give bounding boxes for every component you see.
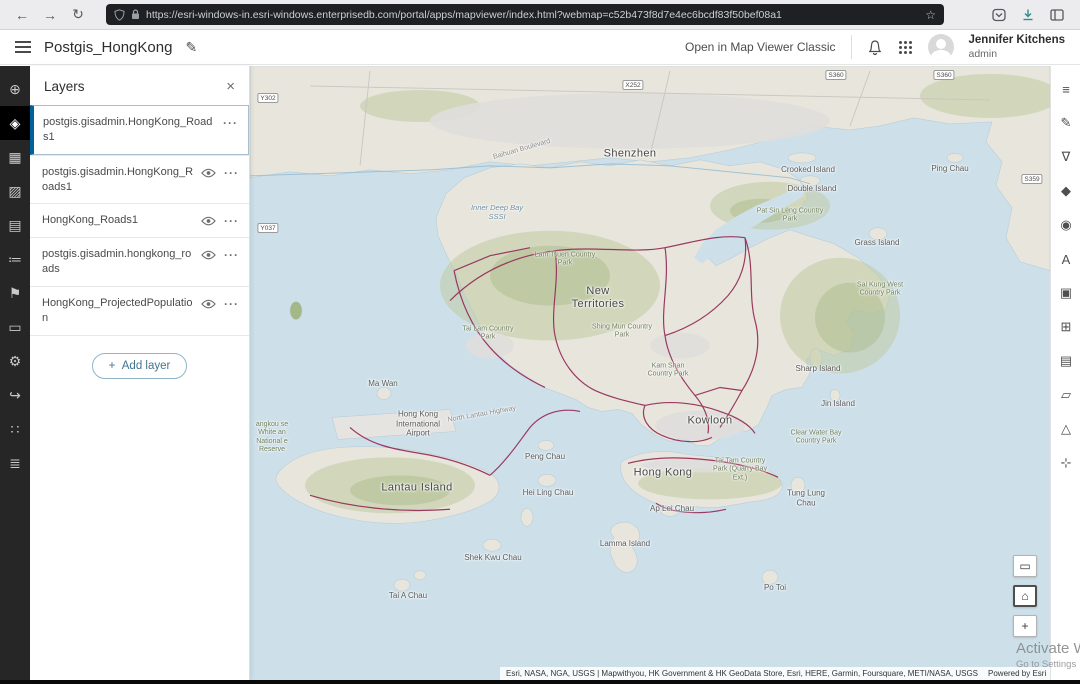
menu-hamburger-icon[interactable] [15,41,31,53]
reload-button[interactable]: ↻ [66,6,90,23]
layer-item[interactable]: postgis.gisadmin.HongKong_Roads1 ··· [30,155,249,204]
page-title: Postgis_HongKong [44,39,172,56]
taskbar-edge [0,680,1080,684]
layer-options-icon[interactable]: ··· [224,249,239,261]
feature-info-button[interactable]: ▭ [1013,555,1037,577]
tool-aggregation-icon[interactable]: ◉ [1051,208,1080,242]
main-area: ⊕◈▦▨▤≔⚑▭⚙↪∷≣ Layers × postgis.gisadmin.H… [0,66,1080,680]
pocket-save-icon[interactable] [992,8,1006,22]
browser-chrome: ← → ↻ https://esri-windows-in.esri-windo… [0,0,1080,30]
user-info: Jennifer Kitchens admin [969,34,1066,59]
address-bar[interactable]: https://esri-windows-in.esri-windows.ent… [106,4,944,25]
layer-label: postgis.gisadmin.hongkong_roads [42,247,195,277]
nav-charts-icon[interactable]: ▤ [0,208,30,242]
lock-icon [131,9,140,20]
close-icon[interactable]: × [226,79,235,94]
browser-toolbar-icons [992,8,1064,22]
layer-options-icon[interactable]: ··· [224,298,239,310]
nav-save-icon[interactable]: ▭ [0,310,30,344]
layers-panel-title: Layers [44,79,85,94]
layer-actions: ··· [201,213,239,227]
layer-item[interactable]: postgis.gisadmin.hongkong_roads ··· [30,237,249,286]
layer-actions: ··· [201,296,239,310]
nav-legend-icon[interactable]: ≔ [0,242,30,276]
user-name: Jennifer Kitchens [969,34,1066,47]
visibility-eye-icon[interactable] [201,168,216,178]
tool-labels-icon[interactable]: A [1051,242,1080,276]
layer-item[interactable]: HongKong_ProjectedPopulation ··· [30,286,249,336]
shield-permissions-icon[interactable] [114,9,125,21]
nav-map-properties-icon[interactable]: ⚙ [0,344,30,378]
map-controls: ▭ ⌂ + [1013,555,1037,637]
user-avatar[interactable] [928,34,954,60]
tool-filter-icon[interactable]: ∇ [1051,140,1080,174]
edit-title-icon[interactable]: ✎ [185,39,197,56]
layer-actions: ··· [201,165,239,179]
url-text: https://esri-windows-in.esri-windows.ent… [146,9,919,21]
tool-sketch-icon[interactable]: △ [1051,412,1080,446]
visibility-eye-icon[interactable] [201,250,216,260]
zoom-in-button[interactable]: + [1013,615,1037,637]
bookmark-star-icon[interactable]: ☆ [925,8,936,22]
layers-list: postgis.gisadmin.HongKong_Roads1···postg… [30,105,249,336]
nav-tables-icon[interactable]: ▦ [0,140,30,174]
layer-label: postgis.gisadmin.HongKong_Roads1 [43,115,217,145]
download-icon[interactable] [1021,8,1035,22]
layer-options-icon[interactable]: ··· [224,215,239,227]
nav-share-icon[interactable]: ↪ [0,378,30,412]
nav-bookmarks-icon[interactable]: ⚑ [0,276,30,310]
add-layer-button[interactable]: + Add layer [92,353,188,379]
user-role: admin [969,48,1066,60]
nav-add-icon[interactable]: ⊕ [0,72,30,106]
map-attribution: Esri, NASA, NGA, USGS | Mapwithyou, HK G… [500,667,1050,680]
tool-properties-icon[interactable]: ≡ [1051,72,1080,106]
tool-effects-icon[interactable]: ◆ [1051,174,1080,208]
visibility-eye-icon[interactable] [201,216,216,226]
header-divider [851,35,852,59]
layer-label: postgis.gisadmin.HongKong_Roads1 [42,165,195,195]
powered-by-esri: Powered by Esri [988,669,1046,678]
layer-options-icon[interactable]: ··· [223,117,238,129]
right-rail: ≡✎∇◆◉A▣⊞▤▱△⊹ [1050,66,1080,680]
attribution-text: Esri, NASA, NGA, USGS | Mapwithyou, HK G… [506,669,978,678]
app-launcher-grid-icon[interactable] [898,40,913,55]
tool-edit-icon[interactable]: ▱ [1051,378,1080,412]
visibility-eye-icon[interactable] [201,299,216,309]
tool-fields-icon[interactable]: ⊞ [1051,310,1080,344]
nav-print-icon[interactable]: ≣ [0,446,30,480]
notifications-bell-icon[interactable] [867,39,883,56]
header-right-group: Open in Map Viewer Classic Jennifer Kitc… [685,34,1065,60]
app-header: Postgis_HongKong ✎ Open in Map Viewer Cl… [0,30,1080,65]
tool-tools-icon[interactable]: ⊹ [1051,446,1080,480]
tool-styles-icon[interactable]: ✎ [1051,106,1080,140]
home-button[interactable]: ⌂ [1013,585,1037,607]
layer-label: HongKong_Roads1 [42,213,195,228]
layer-label: HongKong_ProjectedPopulation [42,296,195,326]
left-rail: ⊕◈▦▨▤≔⚑▭⚙↪∷≣ [0,66,30,680]
back-button[interactable]: ← [10,7,34,23]
tool-popups-icon[interactable]: ▣ [1051,276,1080,310]
sidebar-toggle-icon[interactable] [1050,8,1064,22]
layer-item[interactable]: HongKong_Roads1 ··· [30,203,249,237]
layer-actions: ··· [223,115,238,129]
nav-layers-icon[interactable]: ◈ [0,106,30,140]
layers-panel: Layers × postgis.gisadmin.HongKong_Roads… [30,66,250,680]
tool-forms-icon[interactable]: ▤ [1051,344,1080,378]
map-graphics [250,66,1050,680]
layer-options-icon[interactable]: ··· [224,167,239,179]
nav-apps-icon[interactable]: ∷ [0,412,30,446]
layer-actions: ··· [201,247,239,261]
map-canvas[interactable]: ShenzhenNew TerritoriesKowloonHong KongL… [250,66,1050,680]
layer-item[interactable]: postgis.gisadmin.HongKong_Roads1 ··· [30,105,249,155]
forward-button[interactable]: → [38,7,62,23]
open-classic-link[interactable]: Open in Map Viewer Classic [685,40,836,54]
nav-basemap-icon[interactable]: ▨ [0,174,30,208]
